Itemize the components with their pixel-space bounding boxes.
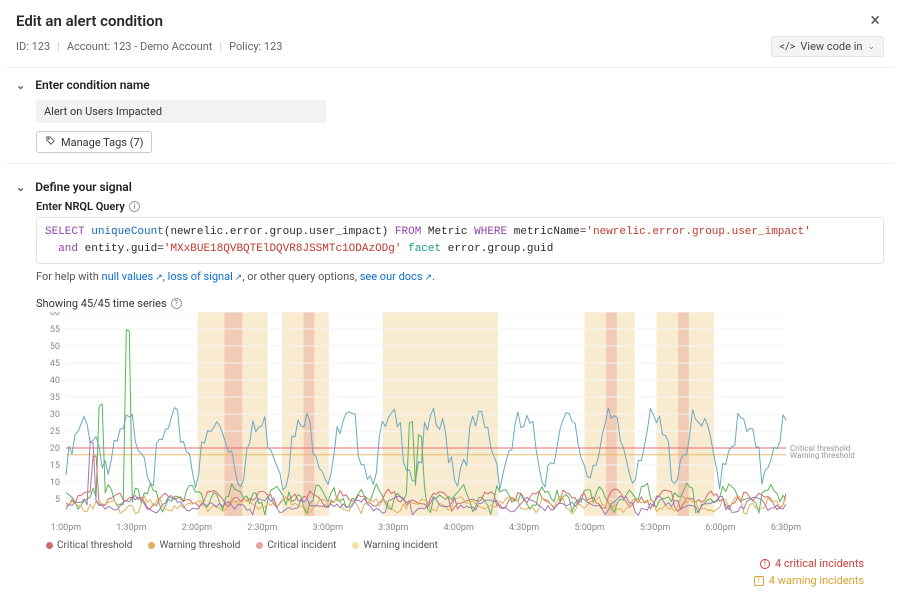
svg-text:60: 60 bbox=[50, 312, 60, 318]
chevron-down-icon: ⌄ bbox=[867, 42, 875, 52]
help-icon[interactable]: ? bbox=[171, 298, 182, 309]
panel-title-name: Enter condition name bbox=[35, 78, 150, 92]
warning-incidents-link[interactable]: ! 4 warning incidents bbox=[754, 574, 864, 587]
legend-item-critical-incident: Critical incident bbox=[256, 540, 336, 551]
meta-id: ID: 123 bbox=[16, 40, 50, 53]
svg-text:6:00pm: 6:00pm bbox=[705, 523, 735, 533]
svg-text:50: 50 bbox=[50, 342, 60, 352]
svg-text:3:30pm: 3:30pm bbox=[378, 523, 408, 533]
svg-text:40: 40 bbox=[50, 376, 60, 386]
signal-chart[interactable]: 5 10 15 20 25 30 35 40 45 50 55 60 1:00pm 1:30pm 2:00p… bbox=[36, 312, 896, 536]
link-null-values[interactable]: null values↗ bbox=[102, 270, 163, 283]
svg-text:1:30pm: 1:30pm bbox=[116, 523, 146, 533]
panel-title-signal: Define your signal bbox=[35, 180, 132, 194]
manage-tags-button[interactable]: Manage Tags (7) bbox=[36, 131, 152, 153]
svg-text:30: 30 bbox=[50, 410, 60, 420]
link-see-docs[interactable]: see our docs↗ bbox=[360, 270, 432, 283]
chevron-down-icon[interactable]: ⌄ bbox=[16, 181, 25, 194]
svg-text:25: 25 bbox=[50, 427, 60, 437]
svg-text:2:00pm: 2:00pm bbox=[182, 523, 212, 533]
svg-text:2:30pm: 2:30pm bbox=[247, 523, 277, 533]
svg-text:4:00pm: 4:00pm bbox=[444, 523, 474, 533]
legend-item-warning-incident: Warning incident bbox=[352, 540, 437, 551]
alert-circle-icon: ! bbox=[760, 559, 770, 569]
condition-name-input[interactable]: Alert on Users Impacted bbox=[36, 100, 326, 123]
incident-summary: ! 4 critical incidents ! 4 warning incid… bbox=[754, 557, 874, 587]
svg-text:5: 5 bbox=[55, 495, 60, 505]
page-title: Edit an alert condition bbox=[16, 12, 163, 30]
nrql-query-input[interactable]: SELECT uniqueCount(newrelic.error.group.… bbox=[36, 217, 884, 264]
external-link-icon: ↗ bbox=[425, 273, 433, 283]
critical-incidents-link[interactable]: ! 4 critical incidents bbox=[760, 557, 864, 570]
svg-text:6:30pm: 6:30pm bbox=[771, 523, 801, 533]
series-count-text: Showing 45/45 time series ? bbox=[36, 297, 884, 310]
svg-text:5:30pm: 5:30pm bbox=[640, 523, 670, 533]
svg-text:5:00pm: 5:00pm bbox=[574, 523, 604, 533]
svg-text:10: 10 bbox=[50, 478, 60, 488]
meta-account: Account: 123 - Demo Account bbox=[67, 40, 213, 53]
chart-legend: Critical threshold Warning threshold Cri… bbox=[46, 540, 884, 551]
panel-condition-name: ⌄ Enter condition name Alert on Users Im… bbox=[6, 67, 894, 164]
nrql-label: Enter NRQL Query i bbox=[36, 200, 884, 213]
info-icon[interactable]: i bbox=[129, 201, 140, 212]
svg-text:4:30pm: 4:30pm bbox=[509, 523, 539, 533]
code-icon: </> bbox=[780, 40, 796, 53]
svg-text:15: 15 bbox=[50, 461, 60, 471]
svg-text:1:00pm: 1:00pm bbox=[51, 523, 81, 533]
meta-row: ID: 123 | Account: 123 - Demo Account | … bbox=[0, 36, 900, 65]
chevron-down-icon[interactable]: ⌄ bbox=[16, 79, 25, 92]
svg-text:20: 20 bbox=[50, 444, 60, 454]
alert-square-icon: ! bbox=[754, 576, 764, 586]
help-text: For help with null values↗, loss of sign… bbox=[36, 270, 884, 283]
svg-text:45: 45 bbox=[50, 359, 60, 369]
svg-text:35: 35 bbox=[50, 393, 60, 403]
link-loss-of-signal[interactable]: loss of signal↗ bbox=[168, 270, 243, 283]
legend-item-critical-threshold: Critical threshold bbox=[46, 540, 132, 551]
legend-item-warning-threshold: Warning threshold bbox=[148, 540, 240, 551]
external-link-icon: ↗ bbox=[155, 273, 163, 283]
svg-text:3:00pm: 3:00pm bbox=[313, 523, 343, 533]
svg-text:55: 55 bbox=[50, 325, 60, 335]
tag-icon bbox=[45, 135, 56, 149]
svg-text:Warning threshold: Warning threshold bbox=[790, 451, 855, 460]
meta-policy: Policy: 123 bbox=[229, 40, 282, 53]
close-icon[interactable]: × bbox=[866, 10, 884, 32]
view-code-button[interactable]: </> View code in ⌄ bbox=[771, 36, 885, 57]
panel-define-signal: ⌄ Define your signal Enter NRQL Query i … bbox=[6, 170, 894, 597]
